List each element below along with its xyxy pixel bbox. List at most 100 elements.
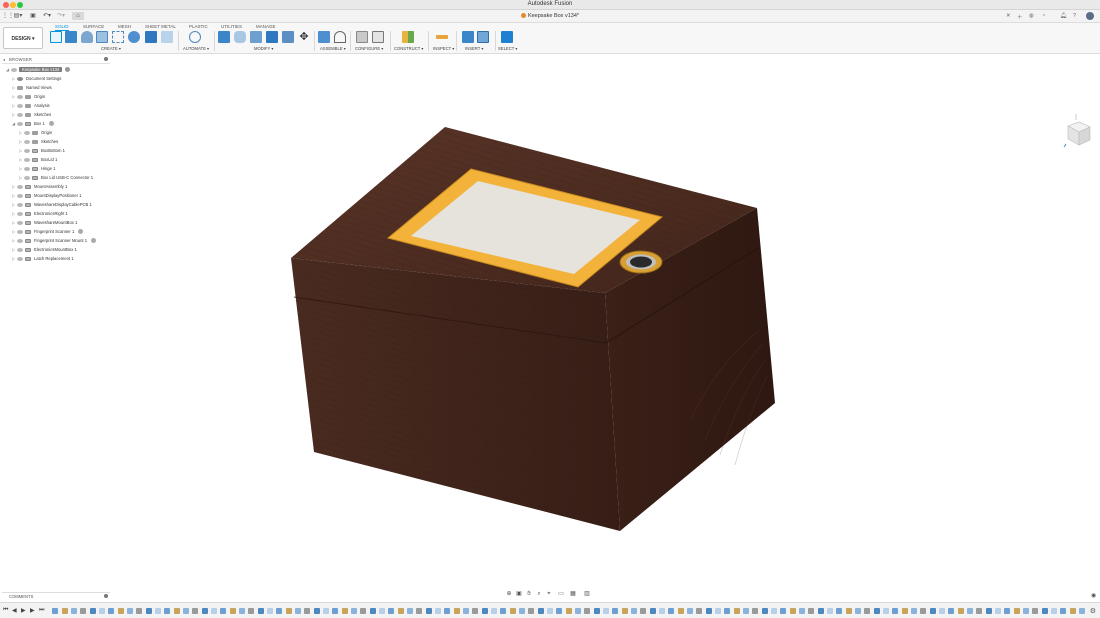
timeline-feature[interactable] <box>780 608 786 614</box>
tab-sheet-metal[interactable]: SHEET METAL <box>145 24 176 29</box>
canvas-viewport[interactable] <box>0 54 1100 590</box>
visibility-eye-icon[interactable] <box>11 67 17 72</box>
capture-icon[interactable]: ◉ <box>1091 592 1096 599</box>
timeline-feature[interactable] <box>239 608 245 614</box>
measure-icon[interactable] <box>436 35 448 39</box>
timeline-feature[interactable] <box>771 608 777 614</box>
activate-icon[interactable] <box>65 67 71 73</box>
timeline-feature[interactable] <box>1004 608 1010 614</box>
view-cube[interactable] <box>1062 114 1094 150</box>
visibility-eye-icon[interactable] <box>24 130 30 135</box>
step-back-icon[interactable]: ◀ <box>12 607 17 614</box>
timeline-feature[interactable] <box>388 608 394 614</box>
timeline-feature[interactable] <box>528 608 534 614</box>
revolve-icon[interactable] <box>81 31 93 43</box>
timeline-feature[interactable] <box>668 608 674 614</box>
box-icon[interactable] <box>145 31 157 43</box>
timeline-feature[interactable] <box>519 608 525 614</box>
fit-icon[interactable]: ⌖ <box>545 591 553 598</box>
timeline-feature[interactable] <box>762 608 768 614</box>
timeline-settings-icon[interactable]: ⚙ <box>1090 607 1096 615</box>
timeline-feature[interactable] <box>948 608 954 614</box>
close-tab-icon[interactable]: ✕ <box>1006 13 1011 19</box>
timeline-feature[interactable] <box>687 608 693 614</box>
timeline-feature[interactable] <box>454 608 460 614</box>
link-icon[interactable] <box>48 121 54 127</box>
pin-icon[interactable] <box>104 594 108 598</box>
undo-icon[interactable]: ↶▾ <box>42 12 52 20</box>
extensions-icon[interactable]: ◍ <box>1029 13 1034 19</box>
timeline-feature[interactable] <box>379 608 385 614</box>
inspect-menu[interactable]: INSPECT ▾ <box>433 46 454 51</box>
visibility-eye-icon[interactable] <box>24 166 30 171</box>
timeline-feature[interactable] <box>855 608 861 614</box>
sphere-icon[interactable] <box>128 31 140 43</box>
timeline-feature[interactable] <box>52 608 58 614</box>
timeline-feature[interactable] <box>220 608 226 614</box>
new-tab-icon[interactable]: ＋ <box>1017 13 1023 21</box>
link-icon[interactable] <box>91 238 97 244</box>
timeline-feature[interactable] <box>370 608 376 614</box>
workspace-switcher[interactable]: DESIGN ▾ <box>3 27 43 49</box>
tab-mesh[interactable]: MESH <box>118 24 131 29</box>
timeline-feature[interactable] <box>631 608 637 614</box>
help-icon[interactable]: ? <box>1073 13 1076 19</box>
visibility-eye-icon[interactable] <box>24 148 30 153</box>
pin-icon[interactable] <box>104 57 108 61</box>
timeline-feature[interactable] <box>323 608 329 614</box>
timeline-feature[interactable] <box>930 608 936 614</box>
timeline-feature[interactable] <box>491 608 497 614</box>
browser-item-fingerprint-scanner-mount[interactable]: ▷ Fingerprint Scanner Mount 1 <box>12 237 97 244</box>
timeline-feature[interactable] <box>435 608 441 614</box>
timeline-feature[interactable] <box>827 608 833 614</box>
timeline-feature[interactable] <box>90 608 96 614</box>
timeline-feature[interactable] <box>958 608 964 614</box>
timeline-feature[interactable] <box>510 608 516 614</box>
browser-item-sketches[interactable]: ▷ Sketches <box>12 111 51 118</box>
timeline-feature[interactable] <box>267 608 273 614</box>
browser-item-mountassembly[interactable]: ▷ MountAssembly 1 <box>12 183 67 190</box>
timeline-feature[interactable] <box>678 608 684 614</box>
notifications-icon[interactable]: 🔔︎ <box>1060 13 1067 19</box>
timeline-feature[interactable] <box>640 608 646 614</box>
browser-item-boxlid[interactable]: ▷ BoxLid 1 <box>19 156 57 163</box>
timeline-feature[interactable] <box>566 608 572 614</box>
timeline-feature[interactable] <box>62 608 68 614</box>
go-to-end-icon[interactable]: ⏭ <box>39 607 44 614</box>
visibility-eye-icon[interactable] <box>17 202 23 207</box>
browser-item-box-sketches[interactable]: ▷ Sketches <box>19 138 58 145</box>
timeline-feature[interactable] <box>538 608 544 614</box>
job-status-icon[interactable]: ◔ <box>1042 13 1045 19</box>
timeline-feature[interactable] <box>360 608 366 614</box>
browser-item-wavesharemountbox[interactable]: ▷ WaveshareMountBox 1 <box>12 219 77 226</box>
timeline-feature[interactable] <box>407 608 413 614</box>
timeline-feature[interactable] <box>575 608 581 614</box>
browser-item-box-origin[interactable]: ▷ Origin <box>19 129 52 136</box>
timeline-feature[interactable] <box>1070 608 1076 614</box>
visibility-eye-icon[interactable] <box>17 229 23 234</box>
comments-panel[interactable]: COMMENTS <box>2 592 110 599</box>
timeline-feature[interactable] <box>164 608 170 614</box>
select-menu[interactable]: SELECT ▾ <box>498 46 517 51</box>
extrude-icon[interactable] <box>65 31 77 43</box>
step-forward-icon[interactable]: ▶ <box>30 607 35 614</box>
browser-item-electronicsmountbox[interactable]: ▷ ElectronicsMountBox 1 <box>12 246 77 253</box>
timeline-feature[interactable] <box>706 608 712 614</box>
app-grid-icon[interactable]: ⋮⋮ <box>2 12 14 20</box>
visibility-eye-icon[interactable] <box>17 211 23 216</box>
chamfer-icon[interactable] <box>250 31 262 43</box>
visibility-eye-icon[interactable] <box>24 157 30 162</box>
assemble-menu[interactable]: ASSEMBLE ▾ <box>320 46 346 51</box>
configure-menu[interactable]: CONFIGURE ▾ <box>355 46 383 51</box>
form-icon[interactable] <box>161 31 173 43</box>
timeline-feature[interactable] <box>248 608 254 614</box>
visibility-eye-icon[interactable] <box>17 121 23 126</box>
link-icon[interactable] <box>78 229 84 235</box>
timeline-feature[interactable] <box>258 608 264 614</box>
insert-derive-icon[interactable] <box>462 31 474 43</box>
parameters-icon[interactable] <box>356 31 368 43</box>
timeline-feature[interactable] <box>80 608 86 614</box>
browser-item-mountdisplaypositioner[interactable]: ▷ MountDisplayPositioner 1 <box>12 192 81 199</box>
timeline-feature[interactable] <box>155 608 161 614</box>
hole-icon[interactable] <box>96 31 108 43</box>
